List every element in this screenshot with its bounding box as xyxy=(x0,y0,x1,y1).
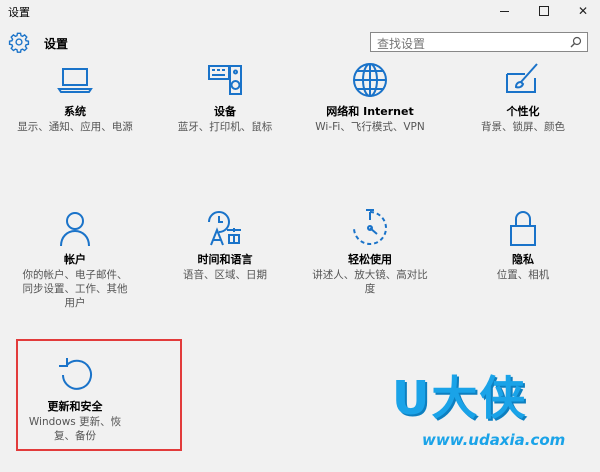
maximize-button[interactable] xyxy=(527,0,561,22)
tile-label: 个性化 xyxy=(506,105,540,118)
tile-label: 网络和 Internet xyxy=(326,105,414,118)
tile-privacy[interactable]: 隐私 位置、相机 xyxy=(458,208,588,282)
tile-description: 语音、区域、日期 xyxy=(183,269,267,281)
tile-label: 轻松使用 xyxy=(348,253,392,266)
tile-network[interactable]: 网络和 Internet Wi-Fi、飞行模式、VPN xyxy=(305,60,435,134)
page-title: 设置 xyxy=(44,37,69,51)
minimize-icon xyxy=(499,10,509,12)
tile-time-language[interactable]: 时间和语言 语音、区域、日期 xyxy=(160,208,290,282)
watermark-logo: U大侠 xyxy=(392,371,528,425)
tile-devices[interactable]: 设备 蓝牙、打印机、鼠标 xyxy=(160,60,290,134)
watermark-url: www.udaxia.com xyxy=(422,431,566,449)
minimize-button[interactable] xyxy=(487,0,521,22)
tile-description: 背景、锁屏、颜色 xyxy=(481,121,565,133)
tile-label: 系统 xyxy=(64,105,86,118)
globe-icon xyxy=(353,63,387,97)
tile-description: 位置、相机 xyxy=(496,269,550,281)
search-icon[interactable] xyxy=(570,36,582,48)
tile-description: 显示、通知、应用、电源 xyxy=(17,121,133,133)
tile-label: 隐私 xyxy=(512,253,534,266)
gear-icon xyxy=(8,32,30,53)
tile-label: 时间和语言 xyxy=(197,253,253,266)
tile-description: 你的帐户、电子邮件、同步设置、工作、其他用户 xyxy=(22,269,128,309)
tile-ease-of-access[interactable]: 轻松使用 讲述人、放大镜、高对比度 xyxy=(305,208,435,296)
close-icon: ✕ xyxy=(577,4,589,18)
title-bar: 设置 ✕ xyxy=(0,0,600,22)
time-language-icon xyxy=(208,211,241,246)
tile-accounts[interactable]: 帐户 你的帐户、电子邮件、同步设置、工作、其他用户 xyxy=(10,208,140,310)
laptop-icon xyxy=(57,68,93,93)
keyboard-speaker-icon xyxy=(208,65,242,95)
lock-icon xyxy=(510,211,536,246)
tile-description: 讲述人、放大镜、高对比度 xyxy=(312,269,428,295)
tile-description: 蓝牙、打印机、鼠标 xyxy=(177,121,273,133)
highlight-box xyxy=(16,339,182,451)
tile-personalization[interactable]: 个性化 背景、锁屏、颜色 xyxy=(458,60,588,134)
ease-of-access-icon xyxy=(353,209,387,245)
tile-label: 帐户 xyxy=(64,253,86,266)
tile-label: 设备 xyxy=(214,105,236,118)
window-title: 设置 xyxy=(8,6,30,19)
close-button[interactable]: ✕ xyxy=(566,0,600,22)
settings-header: 设置 xyxy=(0,27,600,57)
paint-icon xyxy=(506,63,538,93)
search-box[interactable] xyxy=(370,32,588,53)
maximize-icon xyxy=(539,6,549,16)
tile-description: Wi-Fi、飞行模式、VPN xyxy=(315,121,425,133)
search-input[interactable] xyxy=(371,35,567,53)
watermark: U大侠 www.udaxia.com xyxy=(392,373,597,463)
tile-system[interactable]: 系统 显示、通知、应用、电源 xyxy=(10,60,140,134)
person-icon xyxy=(60,212,90,247)
